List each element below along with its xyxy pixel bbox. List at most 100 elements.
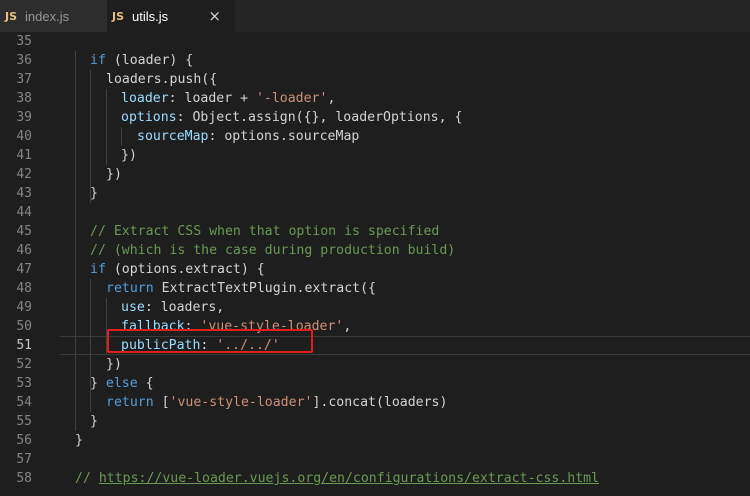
line-number: 46 [16, 243, 32, 258]
code-token: // [75, 471, 99, 486]
line-number: 54 [16, 395, 32, 410]
code-line[interactable]: 52}) [0, 355, 750, 374]
code-text: } [90, 412, 98, 431]
code-token: else [105, 376, 138, 391]
code-token: , [327, 91, 336, 106]
line-number: 37 [16, 72, 32, 87]
line-number: 44 [16, 205, 32, 220]
code-text: if (loader) { [90, 51, 193, 70]
line-number: 35 [16, 34, 32, 49]
line-number: 49 [16, 300, 32, 315]
code-line[interactable]: 41}) [0, 146, 750, 165]
line-number: 50 [16, 319, 32, 334]
code-token: return [106, 395, 154, 410]
code-text: }) [106, 165, 122, 184]
code-token: } [90, 376, 106, 391]
code-line[interactable]: 43} [0, 184, 750, 203]
line-number: 42 [16, 167, 32, 182]
tab-label: utils.js [132, 8, 169, 24]
code-line[interactable]: 46 // (which is the case during productio… [0, 241, 750, 260]
code-line[interactable]: 56} [0, 431, 750, 450]
code-token: }) [106, 167, 122, 182]
code-line[interactable]: 39 options: Object.assign({}, loaderOptio… [0, 108, 750, 127]
code-line[interactable]: 36 if (loader) { [0, 51, 750, 70]
code-editor[interactable]: 35 36 if (loader) { 37 loaders.push({ 38 loade… [0, 32, 750, 496]
annotation-highlight-box [107, 329, 313, 353]
code-token: }) [121, 148, 137, 163]
code-line[interactable]: 37 loaders.push({ [0, 70, 750, 89]
code-line[interactable]: 58 // https://vue-loader.vuejs.org/en/con… [0, 469, 750, 488]
tab-label: index.js [25, 8, 70, 24]
code-token: : loader + [168, 91, 256, 106]
code-line[interactable]: 47 if (options.extract) { [0, 260, 750, 279]
code-token: }) [106, 357, 122, 372]
code-text: if (options.extract) { [90, 260, 265, 279]
close-icon[interactable]: × [208, 7, 221, 25]
tab-utils-js[interactable]: JS utils.js × [107, 0, 235, 32]
code-token: } [90, 414, 98, 429]
code-line[interactable]: 45 // Extract CSS when that option is spe… [0, 222, 750, 241]
code-token: , [343, 319, 352, 334]
code-line[interactable]: 54 return ['vue-style-loader'].concat(loa… [0, 393, 750, 412]
code-token: : Object.assign({}, loaderOptions, { [176, 110, 463, 125]
code-text: return ExtractTextPlugin.extract({ [106, 279, 376, 298]
code-text: sourceMap: options.sourceMap [137, 127, 359, 146]
code-token: } [90, 186, 98, 201]
code-token: if [90, 53, 106, 68]
line-number: 52 [16, 357, 32, 372]
code-token: } [75, 433, 83, 448]
code-text: // Extract CSS when that option is speci… [90, 222, 439, 241]
code-token: return [106, 281, 154, 296]
code-token: '-loader' [255, 91, 328, 106]
code-text: }) [121, 146, 137, 165]
code-text: } [75, 431, 83, 450]
line-number: 45 [16, 224, 32, 239]
code-token: 'vue-style-loader' [169, 395, 313, 410]
line-number: 41 [16, 148, 32, 163]
code-token: if [90, 262, 106, 277]
line-number: 51 [16, 338, 32, 353]
code-line[interactable]: 44 [0, 203, 750, 222]
code-text: use: loaders, [121, 298, 224, 317]
code-text: loader: loader + '-loader', [121, 89, 335, 108]
code-line[interactable]: 40 sourceMap: options.sourceMap [0, 127, 750, 146]
line-number: 38 [16, 91, 32, 106]
code-line[interactable]: 49 use: loaders, [0, 298, 750, 317]
code-line[interactable]: 38 loader: loader + '-loader', [0, 89, 750, 108]
line-number: 43 [16, 186, 32, 201]
code-token: sourceMap [137, 129, 209, 144]
tab-bar: JS index.js JS utils.js × [0, 0, 750, 32]
code-token: (options.extract) { [105, 262, 265, 277]
line-number: 55 [16, 414, 32, 429]
tab-index-js[interactable]: JS index.js [0, 0, 107, 32]
code-line[interactable]: 42}) [0, 165, 750, 184]
code-token: [ [153, 395, 170, 410]
line-number: 39 [16, 110, 32, 125]
code-token: (loader) { [105, 53, 194, 68]
code-line[interactable]: 53} else { [0, 374, 750, 393]
code-token: // Extract CSS when that option is speci… [90, 224, 440, 239]
code-token: ExtractTextPlugin.extract({ [153, 281, 376, 296]
code-text: return ['vue-style-loader'].concat(loade… [106, 393, 447, 412]
code-token: use [121, 300, 145, 315]
code-line[interactable]: 57 [0, 450, 750, 469]
line-number: 58 [16, 471, 32, 486]
code-token: // (which is the case during production … [90, 243, 456, 258]
code-text: loaders.push({ [106, 70, 217, 89]
code-line[interactable]: 55} [0, 412, 750, 431]
code-text: } [90, 184, 98, 203]
code-token: options [121, 110, 177, 125]
code-text: options: Object.assign({}, loaderOptions… [121, 108, 462, 127]
code-token: : options.sourceMap [208, 129, 360, 144]
code-line[interactable]: 48 return ExtractTextPlugin.extract({ [0, 279, 750, 298]
url-link[interactable]: https://vue-loader.vuejs.org/en/configur… [99, 471, 599, 486]
code-line[interactable]: 35 [0, 32, 750, 51]
js-file-icon: JS [112, 9, 125, 23]
code-text: // (which is the case during production … [90, 241, 455, 260]
line-number: 47 [16, 262, 32, 277]
line-number: 40 [16, 129, 32, 144]
js-file-icon: JS [5, 9, 18, 23]
code-text: }) [106, 355, 122, 374]
code-token: loader [121, 91, 169, 106]
code-token: : loaders, [144, 300, 225, 315]
